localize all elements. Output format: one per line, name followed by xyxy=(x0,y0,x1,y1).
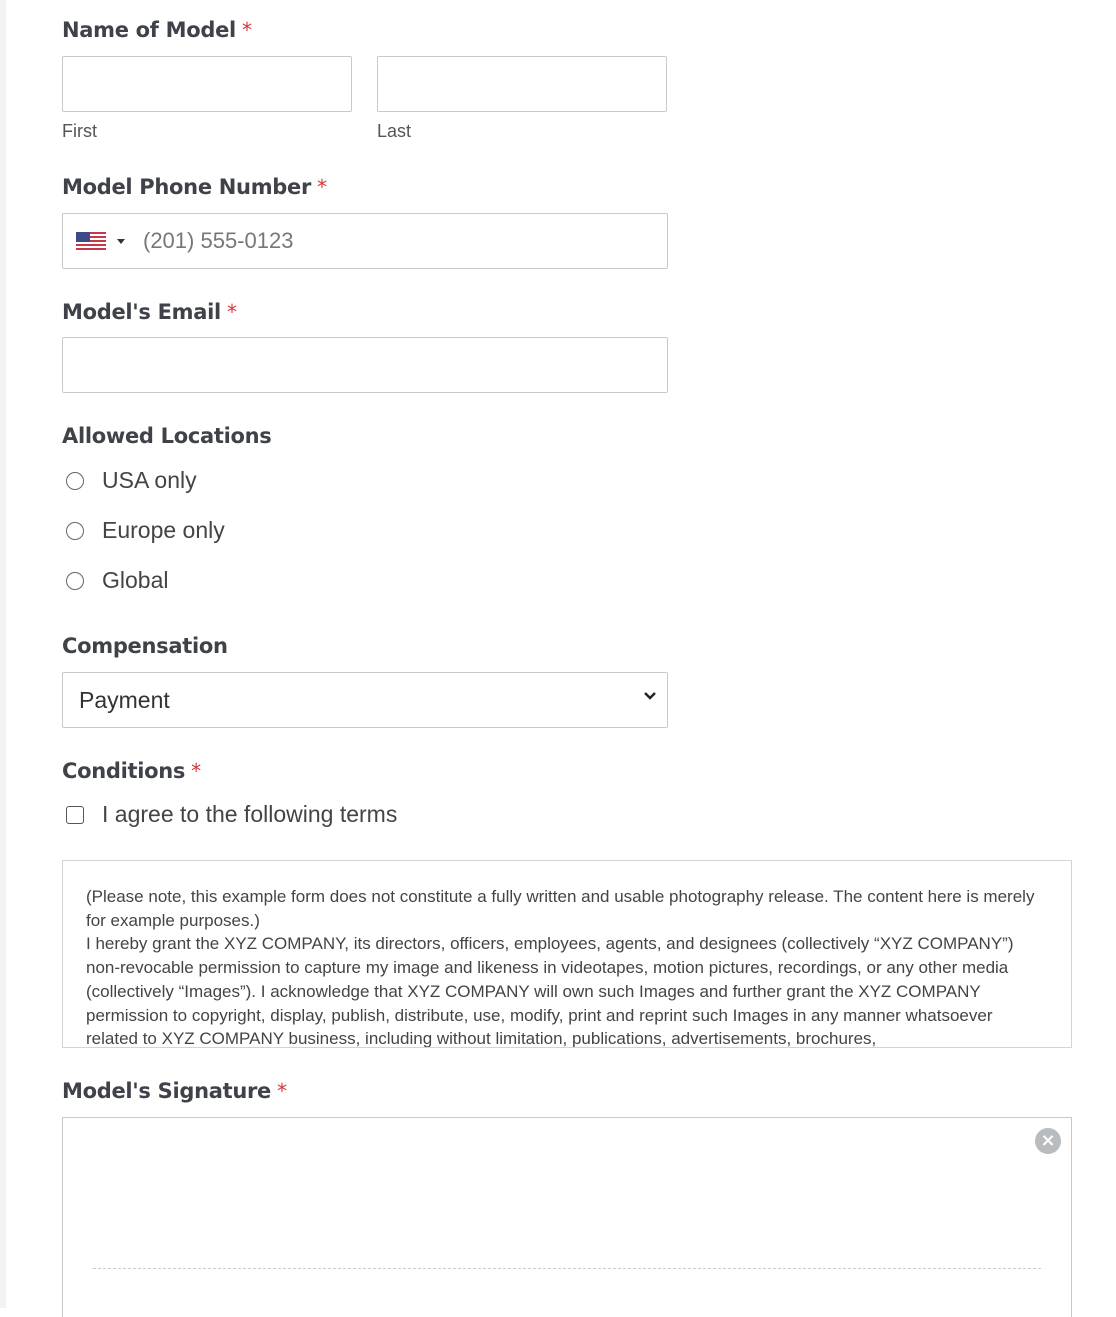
radio-label: Europe only xyxy=(102,517,225,543)
phone-label-text: Model Phone Number xyxy=(62,175,312,199)
phone-placeholder: (201) 555-0123 xyxy=(143,228,294,253)
required-asterisk: * xyxy=(226,300,237,324)
chevron-down-icon xyxy=(644,692,656,700)
phone-field-label: Model Phone Number * xyxy=(62,175,327,199)
required-asterisk: * xyxy=(191,759,201,783)
terms-body: I hereby grant the XYZ COMPANY, its dire… xyxy=(86,934,1014,1048)
locations-label-text: Allowed Locations xyxy=(62,424,272,448)
required-asterisk: * xyxy=(317,175,327,199)
radio-option-usa[interactable]: USA only xyxy=(66,467,197,494)
agree-terms-checkbox[interactable] xyxy=(66,805,84,824)
compensation-selected-value: Payment xyxy=(79,687,170,713)
us-flag-icon[interactable] xyxy=(76,232,106,250)
agree-terms-label: I agree to the following terms xyxy=(102,801,398,827)
compensation-select[interactable]: Payment xyxy=(62,672,668,728)
first-name-input[interactable] xyxy=(62,56,352,112)
compensation-field-label: Compensation xyxy=(62,634,228,658)
signature-label-text: Model's Signature xyxy=(62,1079,272,1103)
last-sublabel: Last xyxy=(377,121,412,141)
page-left-edge xyxy=(0,0,6,1308)
terms-note: (Please note, this example form does not… xyxy=(86,887,1035,930)
signature-pad[interactable]: × xyxy=(62,1117,1072,1317)
country-dropdown-caret-icon[interactable] xyxy=(117,239,125,244)
radio-option-global[interactable]: Global xyxy=(66,567,168,594)
radio-option-europe[interactable]: Europe only xyxy=(66,517,225,544)
email-input[interactable] xyxy=(62,337,668,393)
radio-button[interactable] xyxy=(66,521,84,540)
radio-button[interactable] xyxy=(66,571,84,590)
radio-button[interactable] xyxy=(66,471,84,490)
email-label-text: Model's Email xyxy=(62,300,221,324)
locations-field-label: Allowed Locations xyxy=(62,424,272,448)
last-name-input[interactable] xyxy=(377,56,667,112)
terms-scroll-box[interactable]: (Please note, this example form does not… xyxy=(62,860,1072,1048)
required-asterisk: * xyxy=(277,1079,287,1103)
clear-signature-icon[interactable]: × xyxy=(1035,1128,1061,1154)
agree-terms-checkbox-row[interactable]: I agree to the following terms xyxy=(66,801,397,828)
required-asterisk: * xyxy=(241,18,252,42)
first-sublabel: First xyxy=(62,121,97,141)
radio-label: Global xyxy=(102,567,169,593)
conditions-label-text: Conditions xyxy=(62,759,186,783)
name-field-label: Name of Model * xyxy=(62,18,252,42)
radio-label: USA only xyxy=(102,467,197,493)
signature-field-label: Model's Signature * xyxy=(62,1079,287,1103)
phone-input[interactable]: (201) 555-0123 xyxy=(62,213,668,269)
name-label-text: Name of Model xyxy=(62,18,236,42)
compensation-label-text: Compensation xyxy=(62,634,228,658)
signature-baseline xyxy=(93,1268,1041,1269)
conditions-field-label: Conditions * xyxy=(62,759,201,783)
email-field-label: Model's Email * xyxy=(62,300,237,324)
